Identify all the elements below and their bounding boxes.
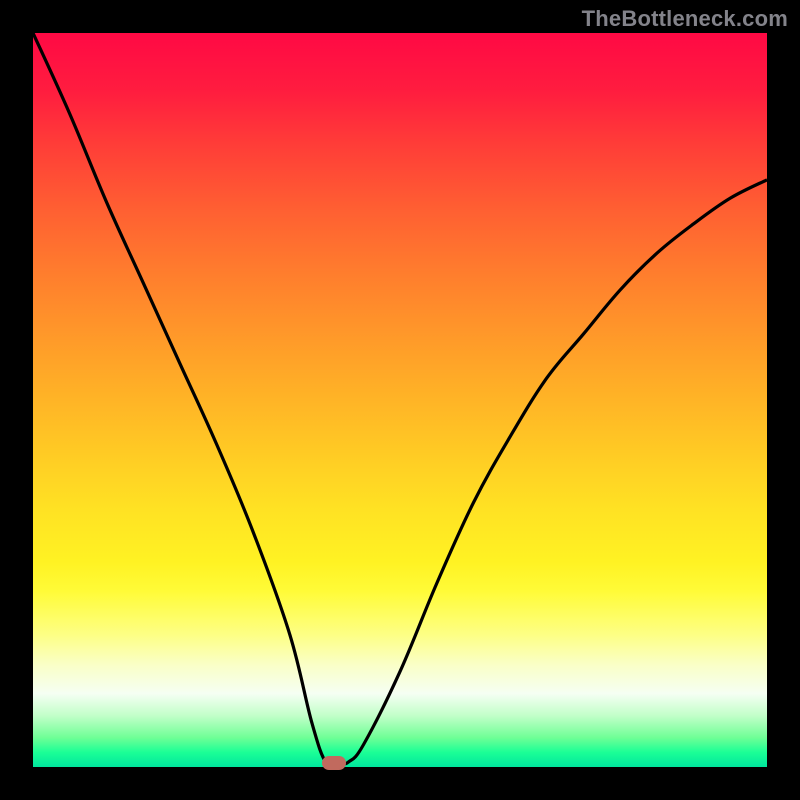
chart-plot-area: [33, 33, 767, 767]
curve-path: [33, 33, 767, 767]
watermark-text: TheBottleneck.com: [582, 6, 788, 32]
bottleneck-curve: [33, 33, 767, 767]
optimal-point-marker: [322, 756, 346, 770]
chart-frame: TheBottleneck.com: [0, 0, 800, 800]
